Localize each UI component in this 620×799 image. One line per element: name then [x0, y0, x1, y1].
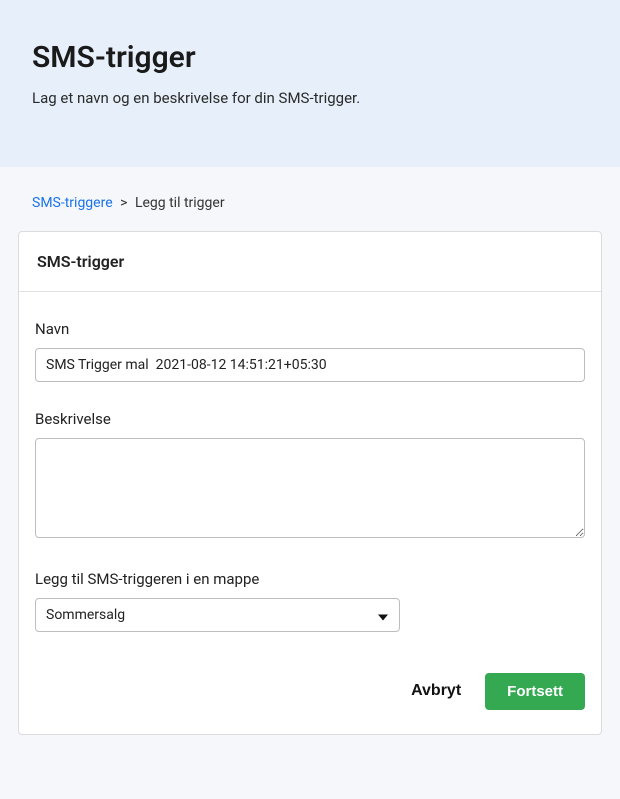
breadcrumb-separator: >: [120, 195, 127, 211]
page-subtitle: Lag et navn og en beskrivelse for din SM…: [32, 89, 588, 107]
breadcrumb-parent-link[interactable]: SMS-triggere: [32, 195, 113, 211]
action-row: Avbryt Fortsett: [35, 672, 585, 710]
cancel-button[interactable]: Avbryt: [407, 672, 465, 710]
folder-field-group: Legg til SMS-triggeren i en mappe Sommer…: [35, 570, 585, 632]
name-label: Navn: [35, 320, 585, 338]
description-label: Beskrivelse: [35, 410, 585, 428]
folder-select[interactable]: Sommersalg: [35, 598, 400, 632]
name-field-group: Navn: [35, 320, 585, 382]
card-body: Navn Beskrivelse Legg til SMS-triggeren …: [19, 292, 601, 734]
page-content: SMS-triggere > Legg til trigger SMS-trig…: [0, 167, 620, 753]
card-header: SMS-trigger: [19, 232, 601, 292]
folder-label: Legg til SMS-triggeren i en mappe: [35, 570, 585, 588]
form-card: SMS-trigger Navn Beskrivelse Legg til SM…: [18, 231, 602, 735]
name-input[interactable]: [35, 348, 585, 382]
description-input[interactable]: [35, 438, 585, 538]
breadcrumb: SMS-triggere > Legg til trigger: [32, 195, 602, 211]
continue-button[interactable]: Fortsett: [485, 673, 585, 710]
card-title: SMS-trigger: [37, 252, 583, 271]
breadcrumb-current: Legg til trigger: [135, 195, 225, 211]
page-header: SMS-trigger Lag et navn og en beskrivels…: [0, 0, 620, 167]
folder-select-wrap: Sommersalg: [35, 598, 400, 632]
description-field-group: Beskrivelse: [35, 410, 585, 542]
page-title: SMS-trigger: [32, 40, 588, 75]
